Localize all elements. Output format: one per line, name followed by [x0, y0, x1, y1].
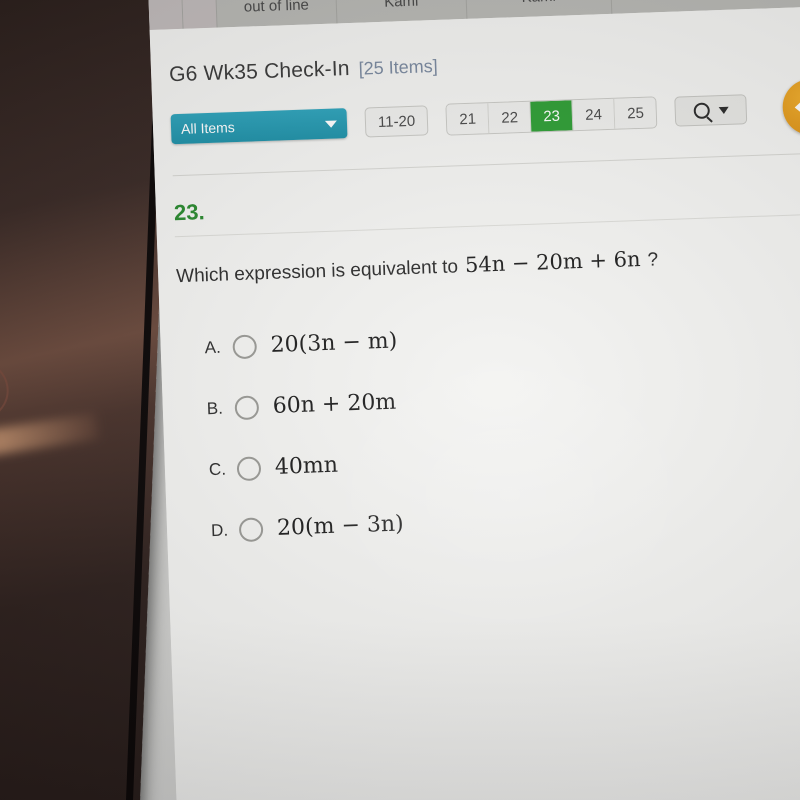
choice-letter-b: B.	[206, 398, 224, 418]
back-to-portal-button[interactable]: P	[781, 77, 800, 136]
filter-dropdown-label: All Items	[180, 119, 236, 137]
assignment-header: G6 Wk35 Check-In [25 Items] All Items 11…	[150, 6, 800, 177]
arrow-left-icon	[794, 101, 800, 114]
page-button-23[interactable]: 23	[530, 100, 574, 132]
radio-button-d[interactable]	[238, 516, 264, 542]
question-prompt-suffix: ?	[647, 249, 659, 271]
answer-choice-d[interactable]: D. 20(m − 3n)	[185, 495, 800, 544]
screen-content: ❯ out of line Kami Kami G6 Wk35 G6 Wk35 …	[148, 0, 800, 800]
chevron-down-icon	[324, 119, 338, 128]
page-button-24[interactable]: 24	[572, 98, 616, 131]
pagination: 21 22 23 24 25	[445, 96, 658, 136]
choice-text-b: 60n + 20m	[272, 389, 397, 419]
item-count-badge: [25 Items]	[358, 55, 439, 79]
choice-text-a: 20(3n − m)	[270, 328, 398, 358]
page-button-25[interactable]: 25	[614, 97, 657, 129]
assignment-title: G6 Wk35 Check-In	[168, 57, 351, 87]
page-button-22[interactable]: 22	[488, 101, 532, 134]
tab-sliver-1[interactable]	[148, 0, 184, 30]
answer-choice-a[interactable]: A. 20(3n − m)	[178, 312, 800, 361]
question-prompt: Which expression is equivalent to 54n − …	[176, 239, 800, 288]
question-expression: 54n − 20m + 6n	[464, 246, 641, 278]
search-icon	[693, 102, 710, 120]
screenshot-photo: ❯ out of line Kami Kami G6 Wk35 G6 Wk35 …	[0, 0, 800, 800]
bezel-glint	[0, 413, 100, 470]
page-title: G6 Wk35 Check-In [25 Items]	[169, 40, 800, 88]
radio-button-c[interactable]	[236, 455, 262, 481]
choice-text-c: 40mn	[274, 452, 339, 480]
choice-text-d: 20(m − 3n)	[276, 511, 405, 541]
choice-letter-a: A.	[204, 337, 222, 357]
choice-letter-d: D.	[210, 520, 229, 540]
search-button[interactable]	[674, 94, 748, 127]
answer-choice-c[interactable]: C. 40mn	[183, 434, 800, 483]
answer-choices: A. 20(3n − m) B. 60n + 20m C. 40mn D. 20…	[178, 312, 800, 544]
question-prompt-prefix: Which expression is equivalent to	[175, 256, 459, 288]
chevron-down-icon	[718, 106, 729, 114]
home-button[interactable]	[0, 356, 12, 425]
question-body: 23. Which expression is equivalent to 54…	[155, 152, 800, 544]
assignment-toolbar: All Items 11-20 21 22 23 24 25	[170, 77, 800, 157]
question-number: 23.	[173, 199, 206, 226]
tab-sliver-2[interactable]	[182, 0, 218, 29]
answer-choice-b[interactable]: B. 60n + 20m	[180, 373, 800, 422]
choice-letter-c: C.	[208, 459, 227, 479]
assignment-page: G6 Wk35 Check-In [25 Items] All Items 11…	[149, 5, 800, 800]
radio-button-a[interactable]	[232, 333, 258, 359]
page-button-21[interactable]: 21	[446, 103, 490, 135]
radio-button-b[interactable]	[234, 394, 260, 420]
filter-dropdown[interactable]: All Items	[170, 108, 348, 145]
page-range-button[interactable]: 11-20	[364, 105, 429, 138]
